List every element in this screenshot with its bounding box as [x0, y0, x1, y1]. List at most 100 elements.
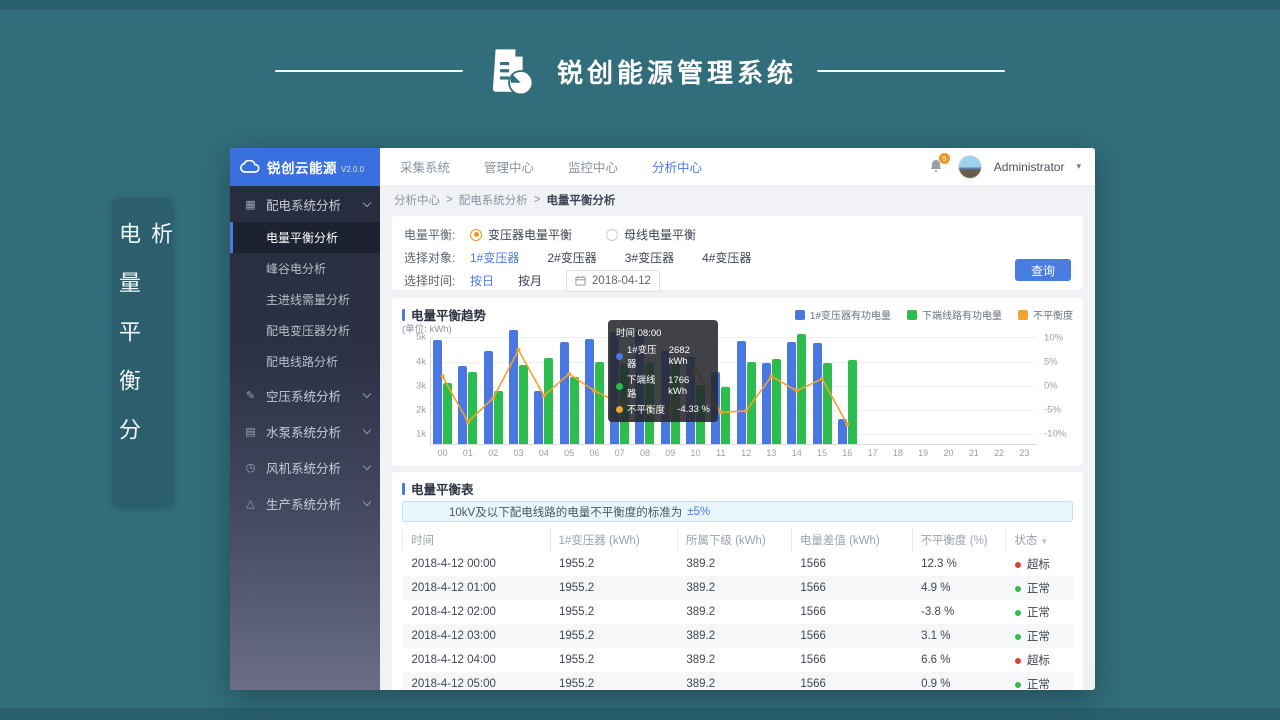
table-row: 2018-4-12 02:001955.2389.21566-3.8 %正常 — [403, 600, 1074, 624]
banner-highlight: ±5% — [687, 506, 710, 518]
sidebar-item-配电线路分析[interactable]: 配电线路分析 — [230, 346, 380, 377]
sidebar-item-主进线需量分析[interactable]: 主进线需量分析 — [230, 284, 380, 315]
balance-table: 时间1#变压器 (kWh)所属下级 (kWh)电量差值 (kWh)不平衡度 (%… — [402, 528, 1073, 690]
sidebar-group-风机系统分析[interactable]: ◷风机系统分析 — [230, 449, 380, 485]
user-area: 5 Administrator ▾ — [928, 155, 1095, 179]
sidebar-group-label: 空压系统分析 — [266, 386, 364, 405]
avatar[interactable] — [958, 155, 982, 179]
y-axis-line — [430, 338, 431, 444]
calendar-icon — [575, 275, 586, 286]
chevron-down-icon[interactable]: ▾ — [1076, 161, 1081, 172]
status-badge: 正常 — [1027, 631, 1050, 643]
legend-item-下端线路有功电量[interactable]: 下端线路有功电量 — [907, 307, 1002, 322]
x-axis-tick-label: 11 — [716, 448, 725, 458]
x-axis-tick-label: 00 — [438, 448, 448, 458]
sidebar-group-配电系统分析[interactable]: ▦配电系统分析 — [230, 186, 380, 222]
cell-status: 正常 — [1006, 672, 1073, 690]
radio-selected-icon — [470, 229, 482, 241]
x-axis-tick-label: 02 — [488, 448, 498, 458]
app-logo[interactable]: 锐创云能源 V2.0.0 — [230, 148, 380, 186]
cell-status: 正常 — [1006, 624, 1073, 648]
breadcrumb-item[interactable]: 配电系统分析 — [459, 192, 528, 208]
filter-card: 电量平衡: 变压器电量平衡 母线电量平衡 选择对象: 1#变压器 2#变压器 3#变压… — [392, 216, 1083, 290]
query-button[interactable]: 查询 — [1015, 259, 1071, 281]
object-option-2#变压器[interactable]: 2#变压器 — [547, 249, 596, 266]
nav-item-分析中心[interactable]: 分析中心 — [652, 157, 702, 176]
legend-item-1#变压器有功电量[interactable]: 1#变压器有功电量 — [795, 307, 891, 322]
bar-lower-line — [848, 360, 857, 444]
radio-option-变压器电量平衡[interactable]: 变压器电量平衡 — [470, 226, 572, 243]
tooltip-series-dot — [616, 406, 623, 413]
title-accent-bar — [402, 309, 405, 321]
bar-transformer — [560, 342, 569, 444]
breadcrumb-item[interactable]: 分析中心 — [394, 192, 440, 208]
x-axis-tick-label: 10 — [691, 448, 701, 458]
table-header-row: 电量平衡表 — [392, 472, 1083, 498]
time-mode-按月[interactable]: 按月 — [518, 272, 542, 289]
date-value: 2018-04-12 — [592, 275, 651, 287]
sidebar-item-电量平衡分析[interactable]: 电量平衡分析 — [230, 222, 380, 253]
title-right-line — [817, 70, 1005, 72]
document-pen-icon — [483, 44, 537, 98]
chevron-down-icon — [363, 425, 371, 433]
cell-imbalance: 3.1 % — [912, 624, 1006, 648]
top-edge-strip — [0, 0, 1280, 10]
status-dot — [1015, 610, 1021, 616]
x-axis-tick-label: 21 — [969, 448, 979, 458]
breadcrumb-separator: > — [446, 194, 453, 206]
sidebar-item-峰谷电分析[interactable]: 峰谷电分析 — [230, 253, 380, 284]
object-option-4#变压器[interactable]: 4#变压器 — [702, 249, 751, 266]
nav-item-管理中心[interactable]: 管理中心 — [484, 157, 534, 176]
legend-item-不平衡度[interactable]: 不平衡度 — [1018, 307, 1073, 322]
balance-filter-label: 电量平衡: — [404, 226, 470, 243]
table-row: 2018-4-12 04:001955.2389.215666.6 %超标 — [403, 648, 1074, 672]
status-badge: 正常 — [1027, 583, 1050, 595]
x-axis-tick-label: 18 — [893, 448, 903, 458]
table-row: 2018-4-12 03:001955.2389.215663.1 %正常 — [403, 624, 1074, 648]
y-axis-tick-label: 1k — [402, 429, 426, 440]
user-name: Administrator — [994, 160, 1065, 174]
sidebar-group-空压系统分析[interactable]: ✎空压系统分析 — [230, 377, 380, 413]
object-filter-label: 选择对象: — [404, 249, 470, 266]
brand-version: V2.0.0 — [341, 165, 364, 174]
tooltip-series-dot — [616, 383, 623, 390]
x-axis-tick-label: 19 — [918, 448, 928, 458]
nav-item-采集系统[interactable]: 采集系统 — [400, 157, 450, 176]
x-axis-tick-label: 17 — [868, 448, 878, 458]
main-content: 分析中心>配电系统分析>电量平衡分析 电量平衡: 变压器电量平衡母线电量平衡 选… — [380, 186, 1095, 690]
gridline — [430, 337, 1037, 338]
cell-diff: 1566 — [791, 624, 912, 648]
radio-option-母线电量平衡[interactable]: 母线电量平衡 — [606, 226, 696, 243]
nav-item-监控中心[interactable]: 监控中心 — [568, 157, 618, 176]
sidebar-item-配电变压器分析[interactable]: 配电变压器分析 — [230, 315, 380, 346]
notification-bell[interactable]: 5 — [928, 158, 946, 176]
right-axis-tick-label: -5% — [1044, 405, 1061, 416]
table-icon: ▤ — [243, 425, 258, 438]
cell-transformer: 1955.2 — [550, 552, 677, 576]
y-axis-tick-label: 4k — [402, 356, 426, 367]
object-option-3#变压器[interactable]: 3#变压器 — [625, 249, 674, 266]
time-mode-按日[interactable]: 按日 — [470, 272, 494, 289]
object-option-1#变压器[interactable]: 1#变压器 — [470, 249, 519, 266]
table-title: 电量平衡表 — [411, 479, 1073, 498]
sidebar-group-生产系统分析[interactable]: △生产系统分析 — [230, 485, 380, 521]
bar-lower-line — [747, 362, 756, 444]
sidebar-group-水泵系统分析[interactable]: ▤水泵系统分析 — [230, 413, 380, 449]
cell-imbalance: -3.8 % — [912, 600, 1006, 624]
top-navigation-bar: 采集系统 管理中心 监控中心 分析中心 5 Administrator ▾ — [380, 148, 1095, 186]
column-header-状态[interactable]: 状态▼ — [1006, 528, 1073, 552]
status-badge: 超标 — [1027, 559, 1050, 571]
cell-diff: 1566 — [791, 672, 912, 690]
column-header-不平衡度 (%): 不平衡度 (%) — [912, 528, 1006, 552]
cell-lower: 389.2 — [677, 624, 791, 648]
time-filter-label: 选择时间: — [404, 272, 470, 289]
tooltip-series-dot — [616, 353, 623, 360]
clock-icon: ◷ — [243, 461, 258, 474]
date-input[interactable]: 2018-04-12 — [566, 270, 660, 292]
sidebar: ▦配电系统分析电量平衡分析峰谷电分析主进线需量分析配电变压器分析配电线路分析✎空… — [230, 186, 380, 690]
bar-transformer — [509, 330, 518, 444]
bar-transformer — [585, 339, 594, 444]
notification-badge: 5 — [939, 153, 950, 164]
right-axis-tick-label: 5% — [1044, 357, 1058, 368]
status-dot — [1015, 586, 1021, 592]
